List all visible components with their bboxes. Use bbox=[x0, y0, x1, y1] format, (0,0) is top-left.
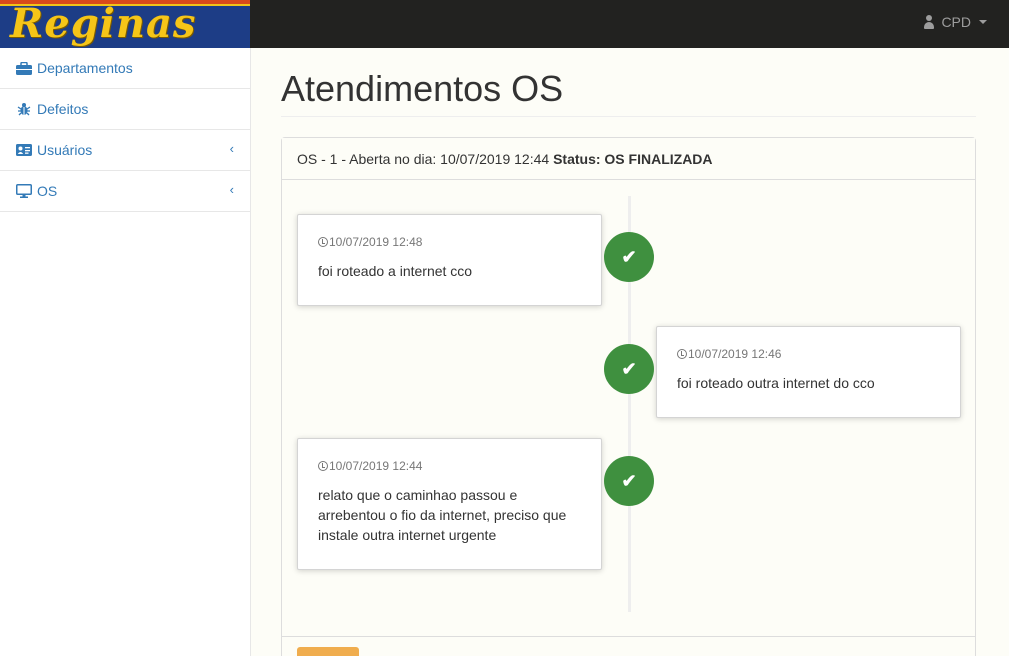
timeline-entry-time: 10/07/2019 12:46 bbox=[677, 347, 940, 361]
page-title: Atendimentos OS bbox=[281, 68, 564, 109]
caret-down-icon bbox=[979, 20, 987, 24]
timeline-badge: ✔ bbox=[604, 232, 654, 282]
id-card-icon bbox=[16, 143, 32, 157]
timeline-time-text: 10/07/2019 12:48 bbox=[329, 235, 423, 249]
timeline-badge: ✔ bbox=[604, 344, 654, 394]
panel-footer bbox=[282, 636, 975, 656]
title-divider bbox=[281, 116, 976, 117]
sidebar-item-usuarios[interactable]: Usuários ‹ bbox=[0, 130, 250, 171]
timeline-time-text: 10/07/2019 12:46 bbox=[688, 347, 782, 361]
timeline-time-text: 10/07/2019 12:44 bbox=[329, 459, 423, 473]
timeline-entry-time: 10/07/2019 12:48 bbox=[318, 235, 581, 249]
sidebar-item-defeitos[interactable]: Defeitos bbox=[0, 89, 250, 130]
sidebar-item-label: Defeitos bbox=[37, 101, 89, 117]
sidebar-item-label: Usuários bbox=[37, 142, 93, 158]
user-menu-dropdown[interactable]: CPD bbox=[923, 14, 987, 30]
footer-action-button[interactable] bbox=[297, 647, 359, 656]
sidebar-item-os[interactable]: OS ‹ bbox=[0, 171, 250, 212]
timeline-entry-text: relato que o caminhao passou e arrebento… bbox=[318, 487, 567, 543]
sidebar-item-label: OS bbox=[37, 183, 58, 199]
clock-icon bbox=[318, 237, 328, 247]
clock-icon bbox=[318, 461, 328, 471]
sidebar: Departamentos Defeitos Usuários ‹ OS ‹ bbox=[0, 48, 251, 656]
os-info-text: OS - 1 - Aberta no dia: 10/07/2019 12:44 bbox=[297, 151, 550, 167]
check-icon: ✔ bbox=[621, 246, 637, 267]
check-icon: ✔ bbox=[621, 358, 637, 379]
user-icon bbox=[923, 15, 935, 29]
os-panel: OS - 1 - Aberta no dia: 10/07/2019 12:44… bbox=[281, 137, 976, 656]
timeline: 10/07/2019 12:48 foi roteado a internet … bbox=[282, 180, 975, 636]
chevron-left-icon: ‹ bbox=[229, 141, 234, 156]
bug-icon bbox=[16, 102, 32, 116]
timeline-entry-text: foi roteado a internet cco bbox=[318, 263, 473, 279]
sidebar-item-departamentos[interactable]: Departamentos bbox=[0, 48, 250, 89]
briefcase-icon bbox=[16, 61, 32, 75]
check-icon: ✔ bbox=[621, 470, 637, 491]
top-navbar: Reginas CPD bbox=[0, 0, 1009, 48]
os-status-text: Status: OS FINALIZADA bbox=[553, 151, 713, 167]
timeline-entry-time: 10/07/2019 12:44 bbox=[318, 459, 581, 473]
timeline-entry: 10/07/2019 12:48 foi roteado a internet … bbox=[297, 214, 602, 306]
timeline-entry: 10/07/2019 12:46 foi roteado outra inter… bbox=[656, 326, 961, 418]
logo-text: Reginas bbox=[10, 0, 197, 47]
clock-icon bbox=[677, 349, 687, 359]
timeline-entry: 10/07/2019 12:44 relato que o caminhao p… bbox=[297, 438, 602, 570]
user-menu-label: CPD bbox=[941, 14, 971, 30]
timeline-entry-text: foi roteado outra internet do cco bbox=[677, 375, 875, 391]
timeline-badge: ✔ bbox=[604, 456, 654, 506]
chevron-left-icon: ‹ bbox=[229, 182, 234, 197]
sidebar-item-label: Departamentos bbox=[37, 60, 133, 76]
brand-logo[interactable]: Reginas bbox=[0, 0, 250, 48]
monitor-icon bbox=[16, 184, 32, 198]
panel-heading: OS - 1 - Aberta no dia: 10/07/2019 12:44… bbox=[282, 138, 975, 180]
